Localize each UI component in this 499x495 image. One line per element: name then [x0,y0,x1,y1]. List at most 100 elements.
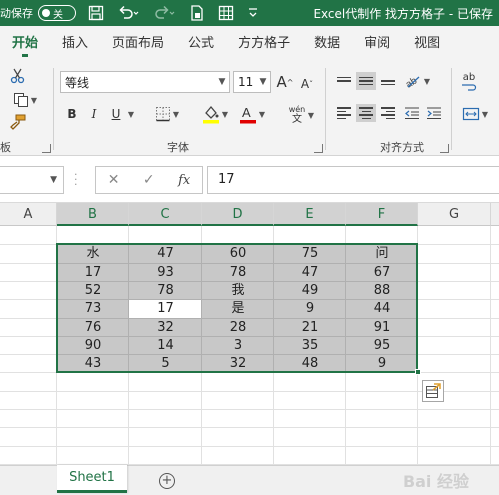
tab-insert[interactable]: 插入 [50,26,100,62]
column-header-e[interactable]: E [274,203,346,226]
ribbon-tabs: 开始 插入 页面布局 公式 方方格子 数据 审阅 视图 [0,26,499,62]
font-color-button[interactable]: A ▼ [234,102,270,126]
font-color-icon: A [239,105,256,124]
align-top-button[interactable] [334,72,354,90]
text-orientation-icon: ab [404,75,419,89]
font-size-combo[interactable]: 11 ▼ [233,71,271,93]
formula-input[interactable]: 17 [207,166,499,194]
column-header-a[interactable]: A [0,203,57,226]
wrap-text-icon [462,84,477,91]
watermark-logo: Bai 经验 [402,472,469,491]
autosave-toggle[interactable]: 关 [38,5,76,21]
font-group-label: 字体 [167,141,189,154]
cancel-icon[interactable]: ✕ [108,172,120,188]
decrease-indent-button[interactable] [402,104,422,122]
grid-row-line [0,427,499,428]
quick-analysis-button[interactable] [422,380,444,402]
cut-icon[interactable] [8,66,28,86]
window-title: Excel代制作 找方方格子 - 已保存 [313,6,493,21]
orientation-button[interactable]: ab ▼ [402,72,432,90]
align-center-button[interactable] [356,104,376,122]
toggle-label: 关 [53,9,63,21]
shrink-font-button[interactable]: Aˇ [297,73,317,95]
document-icon[interactable] [190,5,204,21]
column-header-c[interactable]: C [129,203,202,226]
column-header-d[interactable]: D [202,203,274,226]
align-bottom-button[interactable] [378,72,398,90]
sheet-tab-sheet1[interactable]: Sheet1 [57,465,127,493]
font-name-value: 等线 [65,75,90,90]
grow-font-label: A [276,73,287,91]
chevron-down-icon: ▼ [50,175,57,185]
column-header-g[interactable]: G [418,203,491,226]
copy-icon[interactable]: ▼ [8,90,42,110]
wrap-text-button[interactable]: ab [458,72,480,92]
group-divider [53,68,54,150]
chevron-down-icon: ▼ [218,77,226,87]
fill-handle[interactable] [415,369,421,375]
toggle-knob [42,9,50,17]
shrink-font-label: A [300,77,310,91]
merge-cells-icon [462,107,480,121]
insert-function-button[interactable]: fx [178,173,190,188]
grid-icon[interactable] [218,5,234,21]
tab-review[interactable]: 审阅 [352,26,402,62]
font-name-combo[interactable]: 等线 ▼ [60,71,230,93]
align-middle-button[interactable] [356,72,376,90]
font-launcher-icon[interactable] [314,144,323,153]
resize-handle-icon[interactable]: · · · [74,169,78,190]
undo-icon[interactable] [118,5,140,21]
chevron-down-icon[interactable]: ▼ [306,108,314,122]
ribbon: ▼ 板 等线 ▼ 11 ▼ A ^ Aˇ B I U ▼ ▼ ▼ A ▼ wén 文… [0,62,499,156]
wrap-text-label: ab [462,72,476,83]
group-divider [451,68,452,150]
borders-icon [155,107,170,122]
italic-button[interactable]: I [86,104,102,124]
align-group-label: 对齐方式 [380,141,424,154]
tab-view[interactable]: 视图 [402,26,452,62]
decrease-indent-icon [405,107,419,119]
tab-formulas[interactable]: 公式 [176,26,226,62]
align-launcher-icon[interactable] [440,144,449,153]
tab-page-layout[interactable]: 页面布局 [100,26,176,62]
grid-row-line [0,446,499,447]
svg-text:ab: ab [404,75,419,89]
enter-icon[interactable]: ✓ [143,172,155,188]
format-painter-icon[interactable] [8,112,28,132]
redo-icon[interactable] [154,5,176,21]
grid-row-line [0,409,499,410]
tab-data[interactable]: 数据 [302,26,352,62]
save-icon[interactable] [88,5,104,21]
column-header-h[interactable] [491,203,499,226]
chevron-down-icon: ▼ [127,109,135,119]
fill-color-button[interactable]: ▼ [196,102,234,126]
sheet-tab-bar: Sheet1 + Bai 经验 [0,465,499,495]
group-divider [325,68,326,150]
quick-analysis-icon [426,383,441,398]
underline-button[interactable]: U [108,104,124,124]
tab-home[interactable]: 开始 [0,26,50,62]
qat-more-icon[interactable] [248,5,258,21]
chevron-down-icon: ▼ [259,77,267,87]
formula-bar: ▼ · · · ✕ ✓ fx 17 [0,157,499,203]
phonetic-bottom: 文 [292,114,302,125]
add-sheet-icon[interactable]: + [159,473,175,489]
column-header-b[interactable]: B [57,203,129,226]
autosave-label: 动保存 [0,7,33,20]
underline-dropdown[interactable]: ▼ [124,104,136,124]
name-box[interactable]: ▼ [0,166,64,194]
increase-indent-icon [427,107,441,119]
borders-button[interactable]: ▼ [150,104,184,124]
merge-center-button[interactable]: ▼ [456,104,494,124]
tab-fangfanggezi[interactable]: 方方格子 [226,26,302,62]
column-header-f[interactable]: F [346,203,418,226]
align-right-button[interactable] [378,104,398,122]
align-left-button[interactable] [334,104,354,122]
increase-indent-button[interactable] [424,104,444,122]
grid-column-line [490,226,491,465]
font-size-value: 11 [238,75,254,89]
clipboard-launcher-icon[interactable] [42,144,51,153]
grow-font-button[interactable]: A ^ [275,71,295,93]
bold-button[interactable]: B [64,104,80,124]
spreadsheet-grid[interactable]: A B C D E F G 水 47 60 75 问 17 93 78 47 67 52 78 我 49 8… [0,203,499,465]
